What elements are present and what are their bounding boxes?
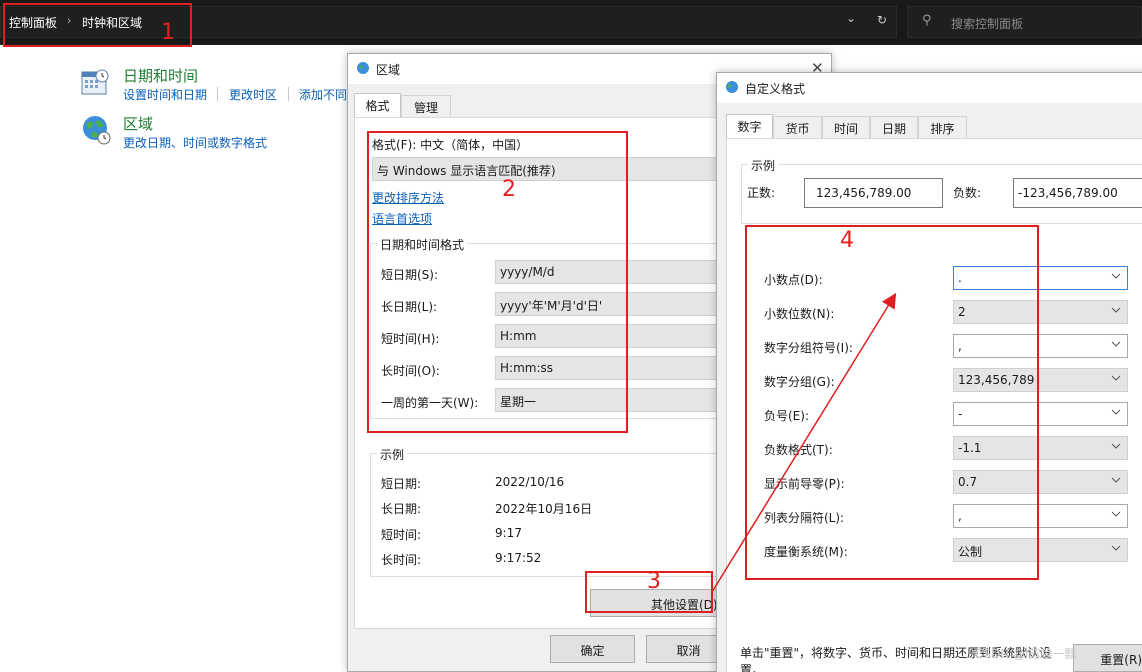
tab-date[interactable]: 日期 xyxy=(870,116,918,138)
calendar-clock-icon xyxy=(81,69,109,95)
chevron-down-icon xyxy=(1111,307,1121,313)
tab-admin[interactable]: 管理 xyxy=(401,95,451,117)
chevron-down-icon xyxy=(1111,409,1121,415)
example-short-time-value: 9:17 xyxy=(495,526,522,540)
example-short-date-label: 短日期: xyxy=(381,477,422,491)
watermark-text: CSDN @l苏嗑一瓢 xyxy=(975,647,1077,661)
example-group-title: 示例 xyxy=(377,446,408,463)
region-title-link[interactable]: 区域 xyxy=(123,113,153,134)
chevron-down-icon xyxy=(1111,477,1121,483)
custom-format-titlebar[interactable]: 自定义格式 xyxy=(717,73,1142,103)
example-long-date-value: 2022年10月16日 xyxy=(495,502,593,516)
reset-hint-line2: 置。 xyxy=(740,663,765,672)
divider xyxy=(288,87,289,101)
positive-example: 123,456,789.00 xyxy=(804,178,943,208)
datetime-title-link[interactable]: 日期和时间 xyxy=(123,65,198,86)
annotation-number-4: 4 xyxy=(840,228,854,253)
set-time-date-link[interactable]: 设置时间和日期 xyxy=(123,86,207,103)
chevron-down-icon xyxy=(1111,545,1121,551)
tab-time[interactable]: 时间 xyxy=(822,116,870,138)
annotation-box-4 xyxy=(745,225,1039,580)
tab-format[interactable]: 格式 xyxy=(354,93,401,117)
tab-currency[interactable]: 货币 xyxy=(773,116,822,138)
example-long-date-label: 长日期: xyxy=(381,502,422,516)
add-clocks-link[interactable]: 添加不同 xyxy=(299,86,347,103)
custom-format-globe-icon xyxy=(726,81,738,93)
region-dialog-title: 区域 xyxy=(376,63,401,77)
history-dropdown-icon[interactable]: ⌄ xyxy=(846,11,856,25)
annotation-box-2 xyxy=(367,131,628,433)
tab-sort[interactable]: 排序 xyxy=(918,116,967,138)
tab-number[interactable]: 数字 xyxy=(726,114,773,138)
divider xyxy=(217,87,218,101)
change-timezone-link[interactable]: 更改时区 xyxy=(229,86,277,103)
globe-clock-icon xyxy=(83,116,111,145)
custom-format-title: 自定义格式 xyxy=(745,82,806,96)
chevron-down-icon xyxy=(1111,375,1121,381)
negative-example: -123,456,789.00 xyxy=(1013,178,1142,208)
negative-label: 负数: xyxy=(953,186,982,200)
annotation-number-2: 2 xyxy=(502,177,516,202)
search-icon: ⚲ xyxy=(922,13,932,28)
chevron-down-icon xyxy=(1111,273,1121,279)
chevron-down-icon xyxy=(1111,511,1121,517)
example-long-time-label: 长时间: xyxy=(381,553,422,567)
example-short-date-value: 2022/10/16 xyxy=(495,475,565,489)
annotation-number-1: 1 xyxy=(161,20,175,45)
ok-button[interactable]: 确定 xyxy=(550,635,635,663)
annotation-number-3: 3 xyxy=(647,569,661,594)
search-placeholder: 搜索控制面板 xyxy=(951,17,1024,31)
change-formats-link[interactable]: 更改日期、时间或数字格式 xyxy=(123,134,267,151)
chevron-down-icon xyxy=(1111,341,1121,347)
refresh-icon[interactable]: ↻ xyxy=(877,13,887,27)
reset-button[interactable]: 重置(R) xyxy=(1073,644,1142,672)
positive-label: 正数: xyxy=(747,186,776,200)
search-box[interactable]: ⚲ 搜索控制面板 xyxy=(907,6,1142,38)
chevron-down-icon xyxy=(1111,443,1121,449)
example-long-time-value: 9:17:52 xyxy=(495,551,542,565)
custom-example-group-title: 示例 xyxy=(748,157,779,174)
region-globe-icon xyxy=(357,62,369,74)
example-short-time-label: 短时间: xyxy=(381,528,422,542)
